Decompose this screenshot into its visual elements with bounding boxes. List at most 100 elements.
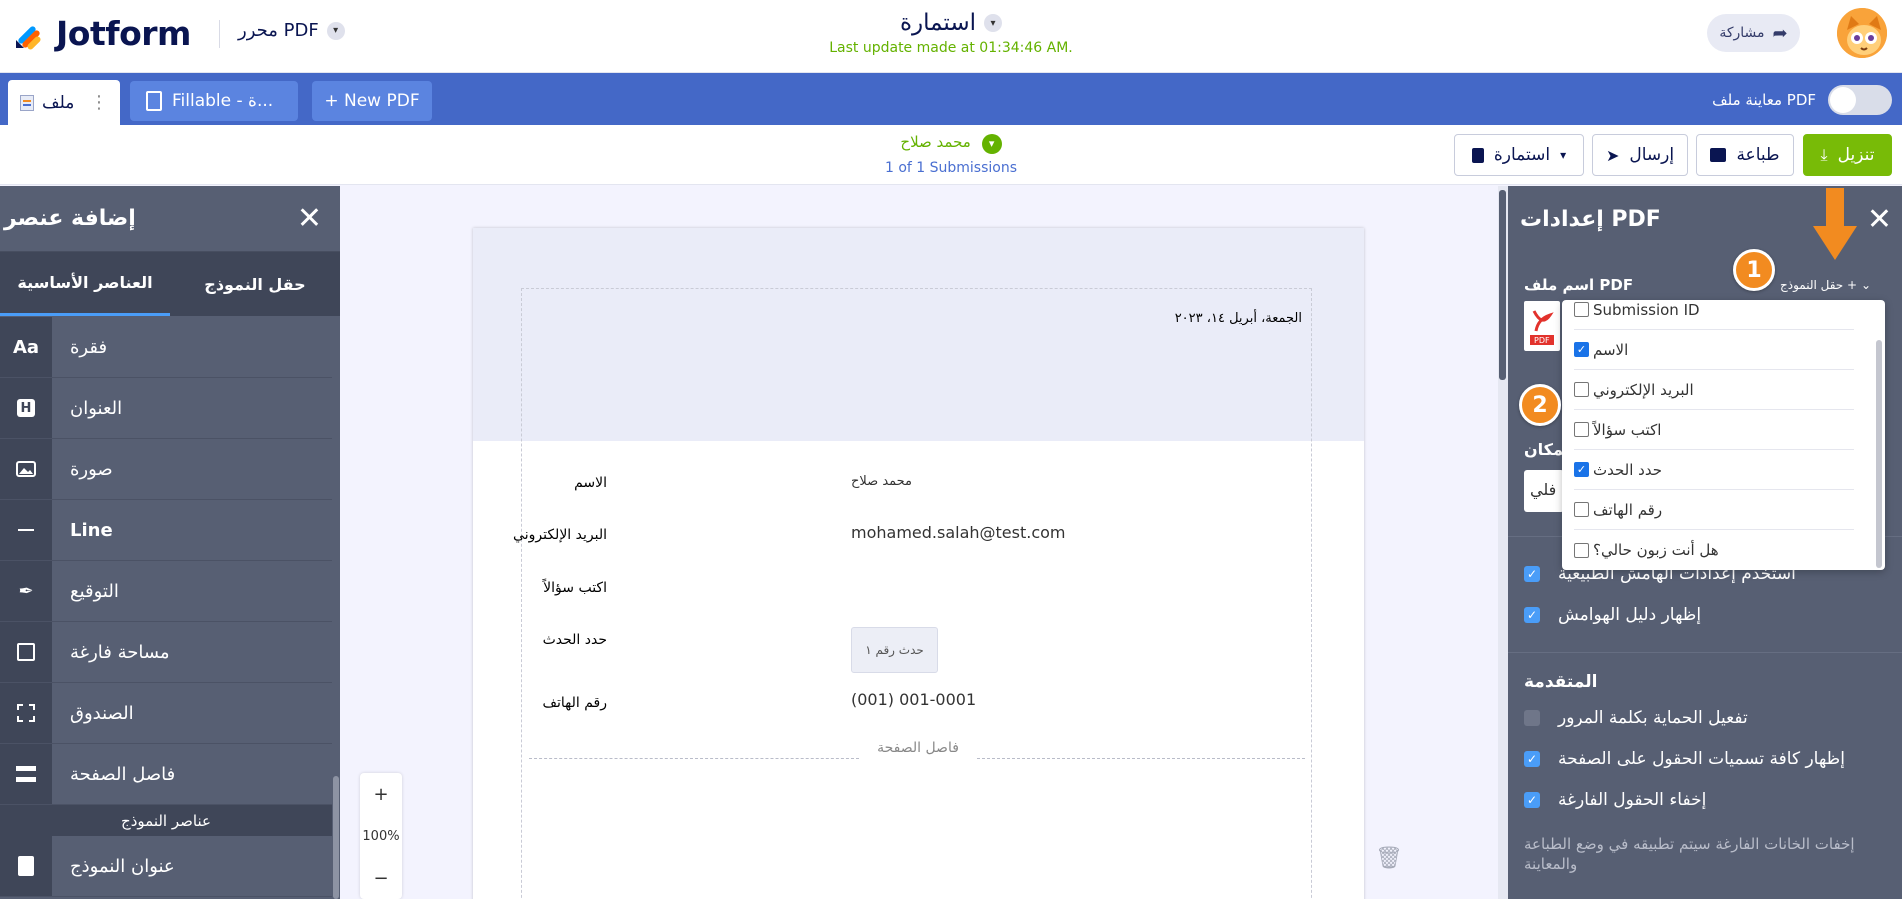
element-box[interactable]: الصندوق <box>0 683 332 744</box>
tab-basic-elements[interactable]: العناصر الأساسية <box>0 252 170 316</box>
checkbox-checked-icon: ✓ <box>1524 566 1540 582</box>
zoom-in-button[interactable]: + <box>360 773 402 815</box>
checkbox-unchecked-icon <box>1574 422 1589 437</box>
element-label: مساحة فارغة <box>70 641 170 663</box>
field-value-phone[interactable]: (001) 001-0001 <box>851 690 976 709</box>
canvas-scrollbar[interactable] <box>1499 190 1506 380</box>
check-hide-empty-fields[interactable]: ✓ إخفاء الحقول الفارغة <box>1524 790 1706 810</box>
checkbox-unchecked-icon <box>1574 382 1589 397</box>
option-label: البريد الإلكتروني <box>1593 380 1694 399</box>
zoom-level: 100% <box>362 828 400 844</box>
avatar[interactable] <box>1835 6 1889 60</box>
close-icon[interactable]: ✕ <box>1867 202 1892 237</box>
field-label-email[interactable]: البريد الإلكتروني <box>513 527 607 543</box>
share-arrow-icon: ➦ <box>1772 22 1788 44</box>
pdf-canvas: الجمعة، أبريل ١٤، ٢٠٢٣ الاسم محمد صلاح ا… <box>340 186 1500 899</box>
element-image[interactable]: صورة <box>0 439 332 500</box>
document-date: الجمعة، أبريل ١٤، ٢٠٢٣ <box>1174 311 1302 326</box>
field-value-event[interactable]: حدث رقم ١ <box>851 627 938 673</box>
text-aa-icon: Aa <box>0 317 52 377</box>
option-label: الاسم <box>1593 340 1629 359</box>
more-vertical-icon[interactable]: ⋮ <box>90 92 108 113</box>
share-label: مشاركة <box>1719 25 1765 41</box>
box-icon <box>0 683 52 743</box>
element-tabs: العناصر الأساسية حقل النموذج <box>0 252 340 316</box>
element-label: التوقيع <box>70 580 119 602</box>
field-value-email[interactable]: mohamed.salah@test.com <box>851 523 1066 542</box>
place-select[interactable]: فلي <box>1524 470 1564 512</box>
checkbox-unchecked-icon <box>1574 302 1589 317</box>
zoom-out-button[interactable]: − <box>360 857 402 899</box>
submitter-label: محمد صلاح <box>900 133 971 151</box>
form-title-text: استمارة <box>899 10 977 36</box>
check-show-field-labels[interactable]: ✓ إظهار كافة تسميات الحقول على الصفحة <box>1524 749 1845 769</box>
check-show-margin-guide[interactable]: ✓ إظهار دليل الهوامش <box>1524 605 1701 625</box>
element-signature[interactable]: ✒ التوقيع <box>0 561 332 622</box>
element-label: العنوان <box>70 397 123 419</box>
chevron-down-icon: ▾ <box>981 133 1002 154</box>
share-button[interactable]: مشاركة ➦ <box>1707 14 1800 52</box>
page-break-marker[interactable]: فاصل الصفحة <box>873 738 963 758</box>
left-panel-scrollbar[interactable] <box>333 776 339 899</box>
checkbox-checked-icon: ✓ <box>1524 792 1540 808</box>
dropdown-option-phone[interactable]: رقم الهاتف <box>1574 490 1854 530</box>
dropdown-option-submission-id[interactable]: Submission ID <box>1574 300 1854 330</box>
tab-file-label: ملف <box>42 92 75 113</box>
page-break-line-left <box>529 758 859 759</box>
form-field-dropdown-link[interactable]: حقل النموذج + ⌄ <box>1780 278 1871 292</box>
field-label-question[interactable]: اكتب سؤالاً <box>543 580 607 596</box>
dropdown-option-name[interactable]: ✓ الاسم <box>1574 330 1854 370</box>
line-icon <box>0 500 52 560</box>
submitter-name[interactable]: محمد صلاح ▾ <box>0 133 1902 154</box>
element-label: Line <box>70 519 113 541</box>
tab-fillable-label: Fillable - ة... <box>172 91 274 111</box>
dropdown-option-question[interactable]: اكتب سؤالاً <box>1574 410 1854 450</box>
submission-toolbar: استمارة ▾ ➤ إرسال طباعة ⤓ تنزيل محمد صلا… <box>0 125 1902 185</box>
dropdown-option-event[interactable]: ✓ حدد الحدث <box>1574 450 1854 490</box>
pdf-filename-label: اسم ملف PDF <box>1524 276 1634 294</box>
close-icon[interactable]: ✕ <box>297 201 322 236</box>
element-line[interactable]: Line <box>0 500 332 561</box>
toggle-knob <box>1830 87 1856 113</box>
element-heading[interactable]: H العنوان <box>0 378 332 439</box>
app-root: Jotform محرر PDF ▾ استمارة ▾ Last update… <box>0 0 1902 899</box>
field-label-phone[interactable]: رقم الهاتف <box>543 695 607 711</box>
field-value-name[interactable]: محمد صلاح <box>851 474 912 489</box>
field-label-name[interactable]: الاسم <box>574 475 607 491</box>
trash-icon[interactable]: 🗑 <box>1375 846 1403 871</box>
checkbox-checked-icon: ✓ <box>1524 751 1540 767</box>
dropdown-scrollbar[interactable] <box>1876 340 1882 568</box>
document-tab-bar: ملف ⋮ Fillable - ة... + New PDF معاينة م… <box>0 73 1902 125</box>
preview-pdf-toggle[interactable] <box>1828 85 1892 115</box>
checkbox-checked-icon: ✓ <box>1574 462 1589 477</box>
element-spacer[interactable]: مساحة فارغة <box>0 622 332 683</box>
add-element-header: إضافة عنصر ✕ <box>0 186 340 252</box>
pdf-settings-title: إعدادات PDF <box>1520 206 1661 232</box>
element-form-title[interactable]: عنوان النموذج <box>0 836 332 897</box>
checkbox-unchecked-icon <box>1574 502 1589 517</box>
field-label-event[interactable]: حدد الحدث <box>543 632 607 648</box>
preview-pdf-toggle-wrap: معاينة ملف PDF <box>1712 85 1892 115</box>
add-element-panel: إضافة عنصر ✕ العناصر الأساسية حقل النموذ… <box>0 186 340 899</box>
option-label: حدد الحدث <box>1593 460 1663 479</box>
check-password-protection[interactable]: تفعيل الحماية بكلمة المرور <box>1524 708 1748 728</box>
form-title[interactable]: استمارة ▾ <box>0 10 1902 36</box>
tab-form-field[interactable]: حقل النموذج <box>170 252 340 316</box>
option-label: Submission ID <box>1593 300 1700 319</box>
element-label: الصندوق <box>70 702 134 724</box>
square-icon <box>0 622 52 682</box>
element-label: فقرة <box>70 336 108 358</box>
preview-pdf-label: معاينة ملف PDF <box>1712 91 1816 109</box>
top-header: Jotform محرر PDF ▾ استمارة ▾ Last update… <box>0 0 1902 73</box>
tab-fillable-pdf[interactable]: Fillable - ة... <box>130 81 298 121</box>
element-label: عنوان النموذج <box>70 855 175 877</box>
element-list: Aa فقرة H العنوان صورة Line ✒ التوقيع مس… <box>0 317 332 897</box>
dropdown-option-email[interactable]: البريد الإلكتروني <box>1574 370 1854 410</box>
tab-file[interactable]: ملف ⋮ <box>8 80 120 125</box>
element-page-break[interactable]: فاصل الصفحة <box>0 744 332 805</box>
new-pdf-button[interactable]: + New PDF <box>312 81 432 121</box>
form-field-link-label: حقل النموذج + <box>1780 278 1858 292</box>
dropdown-option-existing-customer[interactable]: هل أنت زبون حالي؟ <box>1574 530 1854 570</box>
svg-text:PDF: PDF <box>1534 336 1550 345</box>
element-paragraph[interactable]: Aa فقرة <box>0 317 332 378</box>
